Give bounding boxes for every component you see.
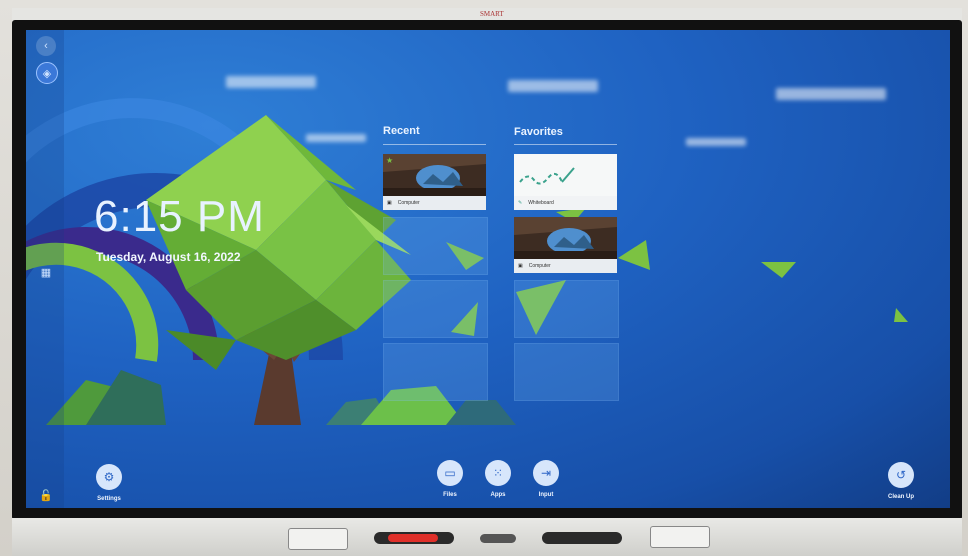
- recent-empty-slot: [383, 217, 488, 275]
- favorites-divider: [514, 144, 617, 145]
- back-icon[interactable]: ‹: [36, 36, 56, 56]
- grid-icon: ⁙: [492, 466, 504, 480]
- brand-logo: SMART: [480, 10, 504, 18]
- clock-date: Tuesday, August 16, 2022: [96, 250, 241, 264]
- smart-hub-icon[interactable]: ◈: [36, 62, 58, 84]
- recent-item-computer[interactable]: ★ ▣ Computer: [383, 154, 486, 210]
- computer-thumbnail: [383, 154, 486, 196]
- red-pen[interactable]: [374, 532, 454, 544]
- lock-icon[interactable]: 🔓: [36, 485, 56, 505]
- favorite-item-computer[interactable]: ▣ Computer: [514, 217, 617, 273]
- favorite-item-caption: ▣ Computer: [514, 259, 617, 273]
- widgets-icon[interactable]: ▦: [36, 262, 56, 282]
- pen-slot: [480, 534, 516, 543]
- recent-empty-slot: [383, 343, 488, 401]
- favorite-empty-slot: [514, 280, 619, 338]
- recent-empty-slot: [383, 280, 488, 338]
- cleanup-button[interactable]: ↺: [888, 462, 914, 488]
- input-label: Input: [538, 492, 554, 498]
- favorites-heading: Favorites: [514, 126, 563, 138]
- eraser-holder[interactable]: [288, 528, 348, 550]
- cleanup-label: Clean Up: [887, 494, 914, 500]
- favorite-item-whiteboard[interactable]: ✎ Whiteboard: [514, 154, 617, 210]
- gear-icon: ⚙: [103, 470, 115, 484]
- input-icon: ⇥: [540, 466, 552, 480]
- pen-icon: ✎: [518, 200, 523, 206]
- display-screen: ‹ ◈ ▦ 🔓 6:15 PM Tuesday, August 16, 2022…: [26, 30, 950, 508]
- favorite-item-label: Computer: [528, 263, 551, 269]
- wallpaper-illustration: [26, 98, 908, 425]
- settings-button[interactable]: ⚙: [96, 464, 122, 490]
- files-button[interactable]: ▭: [437, 460, 463, 486]
- computer-thumbnail: [514, 217, 617, 259]
- favorite-item-label: Whiteboard: [528, 200, 554, 206]
- recent-item-label: Computer: [397, 200, 420, 206]
- favorite-item-caption: ✎ Whiteboard: [514, 196, 617, 210]
- recent-heading: Recent: [383, 125, 420, 137]
- monitor-icon: ▣: [387, 200, 392, 206]
- monitor-icon: ▣: [518, 263, 523, 269]
- recent-divider: [383, 144, 486, 145]
- favorite-empty-slot: [514, 343, 619, 401]
- input-button[interactable]: ⇥: [533, 460, 559, 486]
- star-icon: ★: [386, 156, 394, 165]
- eraser-holder[interactable]: [650, 526, 710, 548]
- red-pen-grip: [388, 534, 438, 542]
- black-pen[interactable]: [542, 532, 622, 544]
- settings-label: Settings: [97, 496, 121, 502]
- folder-icon: ▭: [444, 466, 456, 480]
- clock-time: 6:15 PM: [94, 192, 265, 241]
- recent-item-caption: ▣ Computer: [383, 196, 486, 210]
- undo-icon: ↺: [895, 468, 907, 482]
- apps-button[interactable]: ⁙: [485, 460, 511, 486]
- whiteboard-thumbnail: [514, 154, 617, 196]
